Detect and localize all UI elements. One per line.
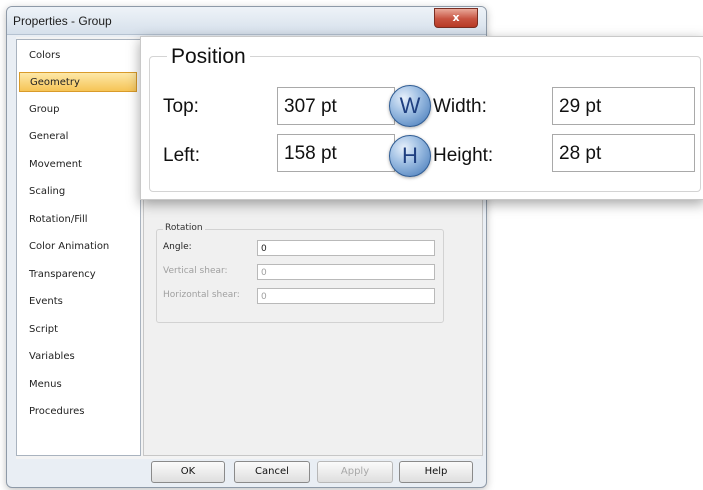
close-button[interactable]: x (434, 8, 478, 28)
close-icon: x (452, 11, 460, 24)
nav-item-variables[interactable]: Variables (19, 347, 137, 367)
rotation-group-title: Rotation (163, 223, 205, 233)
ok-button[interactable]: OK (151, 461, 225, 483)
nav-item-procedures[interactable]: Procedures (19, 402, 137, 422)
height-label: Height: (433, 145, 494, 166)
width-badge-icon: W (389, 85, 431, 127)
help-button[interactable]: Help (399, 461, 473, 483)
top-label: Top: (163, 96, 199, 117)
nav-item-scaling[interactable]: Scaling (19, 182, 137, 202)
window-title: Properties - Group (13, 14, 112, 28)
nav-item-group[interactable]: Group (19, 100, 137, 120)
angle-input[interactable]: 0 (257, 240, 435, 256)
vertical-shear-input[interactable]: 0 (257, 264, 435, 280)
nav-item-rotation-fill[interactable]: Rotation/Fill (19, 210, 137, 230)
apply-button[interactable]: Apply (317, 461, 393, 483)
category-list: Colors Geometry Group General Movement S… (16, 39, 141, 456)
height-input[interactable]: 28 pt (552, 134, 695, 172)
vertical-shear-label: Vertical shear: (163, 266, 228, 276)
position-zoom-callout: Position Top: 307 pt Left: 158 pt W Widt… (140, 36, 703, 200)
nav-item-transparency[interactable]: Transparency (19, 265, 137, 285)
top-input[interactable]: 307 pt (277, 87, 395, 125)
nav-item-script[interactable]: Script (19, 320, 137, 340)
horizontal-shear-input[interactable]: 0 (257, 288, 435, 304)
nav-item-menus[interactable]: Menus (19, 375, 137, 395)
width-label: Width: (433, 96, 487, 117)
nav-item-general[interactable]: General (19, 127, 137, 147)
nav-item-events[interactable]: Events (19, 292, 137, 312)
horizontal-shear-label: Horizontal shear: (163, 290, 240, 300)
nav-item-color-animation[interactable]: Color Animation (19, 237, 137, 257)
width-input[interactable]: 29 pt (552, 87, 695, 125)
left-label: Left: (163, 145, 200, 166)
position-group-title: Position (167, 45, 250, 69)
rotation-group: Rotation Angle: 0 Vertical shear: 0 Hori… (156, 223, 444, 323)
nav-item-colors[interactable]: Colors (19, 46, 137, 66)
left-input[interactable]: 158 pt (277, 134, 395, 172)
title-bar: Properties - Group x (7, 7, 486, 35)
nav-item-geometry[interactable]: Geometry (19, 72, 137, 92)
angle-label: Angle: (163, 242, 192, 252)
nav-item-movement[interactable]: Movement (19, 155, 137, 175)
height-badge-icon: H (389, 135, 431, 177)
cancel-button[interactable]: Cancel (234, 461, 310, 483)
